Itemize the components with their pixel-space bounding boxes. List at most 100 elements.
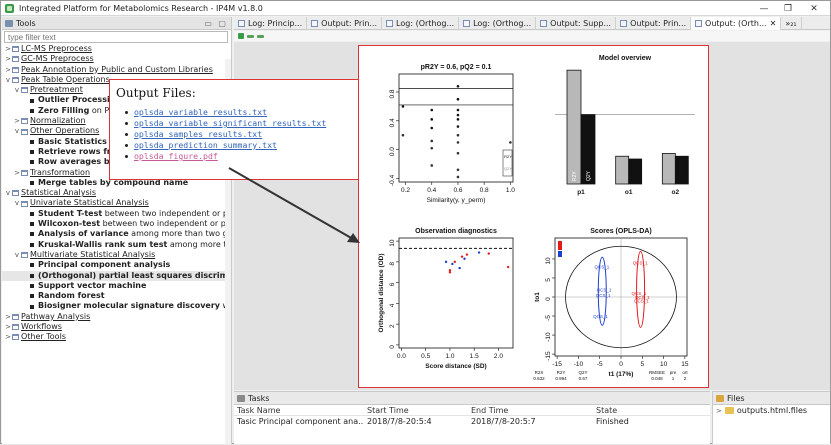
- output-file-link[interactable]: oplsda_samples_results.txt: [125, 129, 352, 140]
- files-panel: Files > outputs.html.files: [712, 391, 830, 444]
- output-file-link[interactable]: oplsda_prediction_summary.txt: [125, 140, 352, 151]
- legend-entry: Q2Y: [504, 166, 512, 171]
- editor-tab[interactable]: Log: (Orthog...: [382, 17, 460, 30]
- y-tick-label: -15: [545, 351, 552, 361]
- output-icon: [311, 20, 319, 27]
- back-arrow-icon[interactable]: [247, 34, 254, 38]
- tree-item-label: Student T-test: [38, 208, 103, 218]
- stats-value: 0.632: [533, 376, 545, 381]
- close-button[interactable]: ✕: [803, 1, 825, 16]
- editor-toolbar: [234, 31, 830, 41]
- table-row[interactable]: Tasic Principal component ana... 2018/7/…: [234, 416, 710, 427]
- class-legend-blue: [558, 251, 562, 257]
- data-point: [456, 84, 460, 88]
- expand-arrow-icon[interactable]: >: [716, 407, 722, 415]
- tree-item[interactable]: > LC-MS Preprocess: [2, 44, 231, 54]
- tree-item[interactable]: Biosigner molecular signature discovery …: [2, 301, 231, 311]
- run-icon[interactable]: [238, 33, 244, 39]
- expanded-arrow-icon[interactable]: v: [13, 126, 21, 136]
- tree-item[interactable]: Kruskal-Wallis rank sum test among more …: [2, 240, 231, 250]
- tree-item[interactable]: Principal component analysis: [2, 260, 231, 270]
- data-point: [451, 262, 454, 266]
- collapsed-arrow-icon[interactable]: >: [4, 54, 12, 64]
- legend-entry: R2Y: [504, 154, 512, 159]
- files-icon: [716, 394, 724, 402]
- expanded-arrow-icon[interactable]: v: [4, 75, 12, 85]
- expanded-arrow-icon[interactable]: v: [13, 198, 21, 208]
- tasks-table-header: Task Name Start Time End Time State: [234, 405, 710, 416]
- minimize-button[interactable]: —: [753, 1, 775, 16]
- y-tick-label: 8: [389, 262, 396, 266]
- x-axis-label: t1 (17%): [609, 371, 634, 378]
- score-label: QCS_1: [596, 293, 611, 298]
- panel-minmax-icon[interactable]: ▭ ▢: [204, 19, 228, 28]
- editor-tab[interactable]: Output: Prin...: [307, 17, 383, 30]
- editor-tab[interactable]: Output: Prin...: [616, 17, 692, 30]
- tree-item[interactable]: Student T-test between two independent o…: [2, 209, 231, 219]
- y-tick-label: -5: [545, 315, 552, 321]
- tree-item[interactable]: Analysis of variance among more than two…: [2, 229, 231, 239]
- tree-item[interactable]: > Workflows: [2, 322, 231, 332]
- col-end-time[interactable]: End Time: [468, 406, 593, 415]
- output-file-link[interactable]: oplsda_figure.pdf: [125, 151, 352, 162]
- folder-icon: [21, 87, 28, 94]
- collapsed-arrow-icon[interactable]: >: [4, 44, 12, 54]
- tree-item[interactable]: Random forest: [2, 291, 231, 301]
- x-tick-label: 0.6: [453, 187, 462, 194]
- tree-item-label: Pathway Analysis: [21, 311, 91, 321]
- tree-item-label: Peak Table Operations: [21, 74, 110, 84]
- editor-tab[interactable]: Log: Princip...: [234, 17, 308, 30]
- collapsed-arrow-icon[interactable]: >: [13, 168, 21, 178]
- editor-tab[interactable]: Output: (Orth... ✕: [691, 17, 782, 30]
- list-item[interactable]: > outputs.html.files: [713, 405, 830, 416]
- tool-bullet-icon: [30, 283, 34, 288]
- expanded-arrow-icon[interactable]: v: [13, 85, 21, 95]
- tree-item-label: Other Operations: [30, 126, 100, 136]
- collapsed-arrow-icon[interactable]: >: [4, 312, 12, 322]
- log-icon: [386, 20, 394, 27]
- app-logo-icon: [5, 3, 14, 13]
- collapsed-arrow-icon[interactable]: >: [4, 332, 12, 342]
- tree-item[interactable]: (Orthogonal) partial least squares discr…: [2, 270, 231, 281]
- maximize-button[interactable]: ❐: [777, 1, 799, 16]
- x-tick-label: 0.2: [401, 187, 410, 194]
- filter-input[interactable]: [4, 31, 228, 43]
- tree-item[interactable]: > GC-MS Preprocess: [2, 54, 231, 64]
- forward-arrow-icon[interactable]: [257, 34, 264, 38]
- tab-overflow-button[interactable]: »₂₁: [781, 17, 802, 30]
- x-tick-label: o1: [625, 189, 633, 196]
- tree-item[interactable]: > Pathway Analysis: [2, 312, 231, 322]
- tree-item[interactable]: v Statistical Analysis: [2, 188, 231, 198]
- editor-tab[interactable]: Log: (Orthog...: [459, 17, 537, 30]
- tree-item[interactable]: > Other Tools: [2, 332, 231, 342]
- col-start-time[interactable]: Start Time: [364, 406, 468, 415]
- tree-item[interactable]: Support vector machine: [2, 281, 231, 291]
- col-task-name[interactable]: Task Name: [234, 406, 364, 415]
- tab-close-icon[interactable]: ✕: [770, 19, 777, 28]
- output-file-link[interactable]: oplsda_variable_significant_results.txt: [125, 118, 352, 129]
- tree-item[interactable]: v Multivariate Statistical Analysis: [2, 250, 231, 260]
- stats-header: RMSEE: [649, 370, 665, 375]
- x-tick-label: 0.0: [397, 353, 406, 360]
- collapsed-arrow-icon[interactable]: >: [4, 322, 12, 332]
- tree-item[interactable]: Wilcoxon-test between two independent or…: [2, 219, 231, 229]
- chart-title: Observation diagnostics: [415, 228, 497, 235]
- bar: [615, 155, 630, 185]
- tree-item[interactable]: > Peak Annotation by Public and Custom Li…: [2, 65, 231, 75]
- editor-tab[interactable]: Output: Supp...: [536, 17, 617, 30]
- collapsed-arrow-icon[interactable]: >: [4, 65, 12, 75]
- bar-label: R2Y: [572, 171, 578, 181]
- expanded-arrow-icon[interactable]: v: [13, 250, 21, 260]
- stats-value: 0.994: [555, 376, 567, 381]
- data-point: [430, 126, 434, 130]
- output-file-link[interactable]: oplsda_variable_results.txt: [125, 107, 352, 118]
- task-end-cell: 2018/7/8-20:5:7: [471, 417, 536, 426]
- tool-bullet-icon: [30, 294, 34, 299]
- col-state[interactable]: State: [593, 406, 703, 415]
- collapsed-arrow-icon[interactable]: >: [13, 116, 21, 126]
- tree-item[interactable]: v Univariate Statistical Analysis: [2, 198, 231, 208]
- expanded-arrow-icon[interactable]: v: [4, 188, 12, 198]
- tab-label: Output: Prin...: [630, 19, 687, 28]
- x-tick-label: -15: [552, 361, 562, 368]
- data-point: [458, 266, 461, 270]
